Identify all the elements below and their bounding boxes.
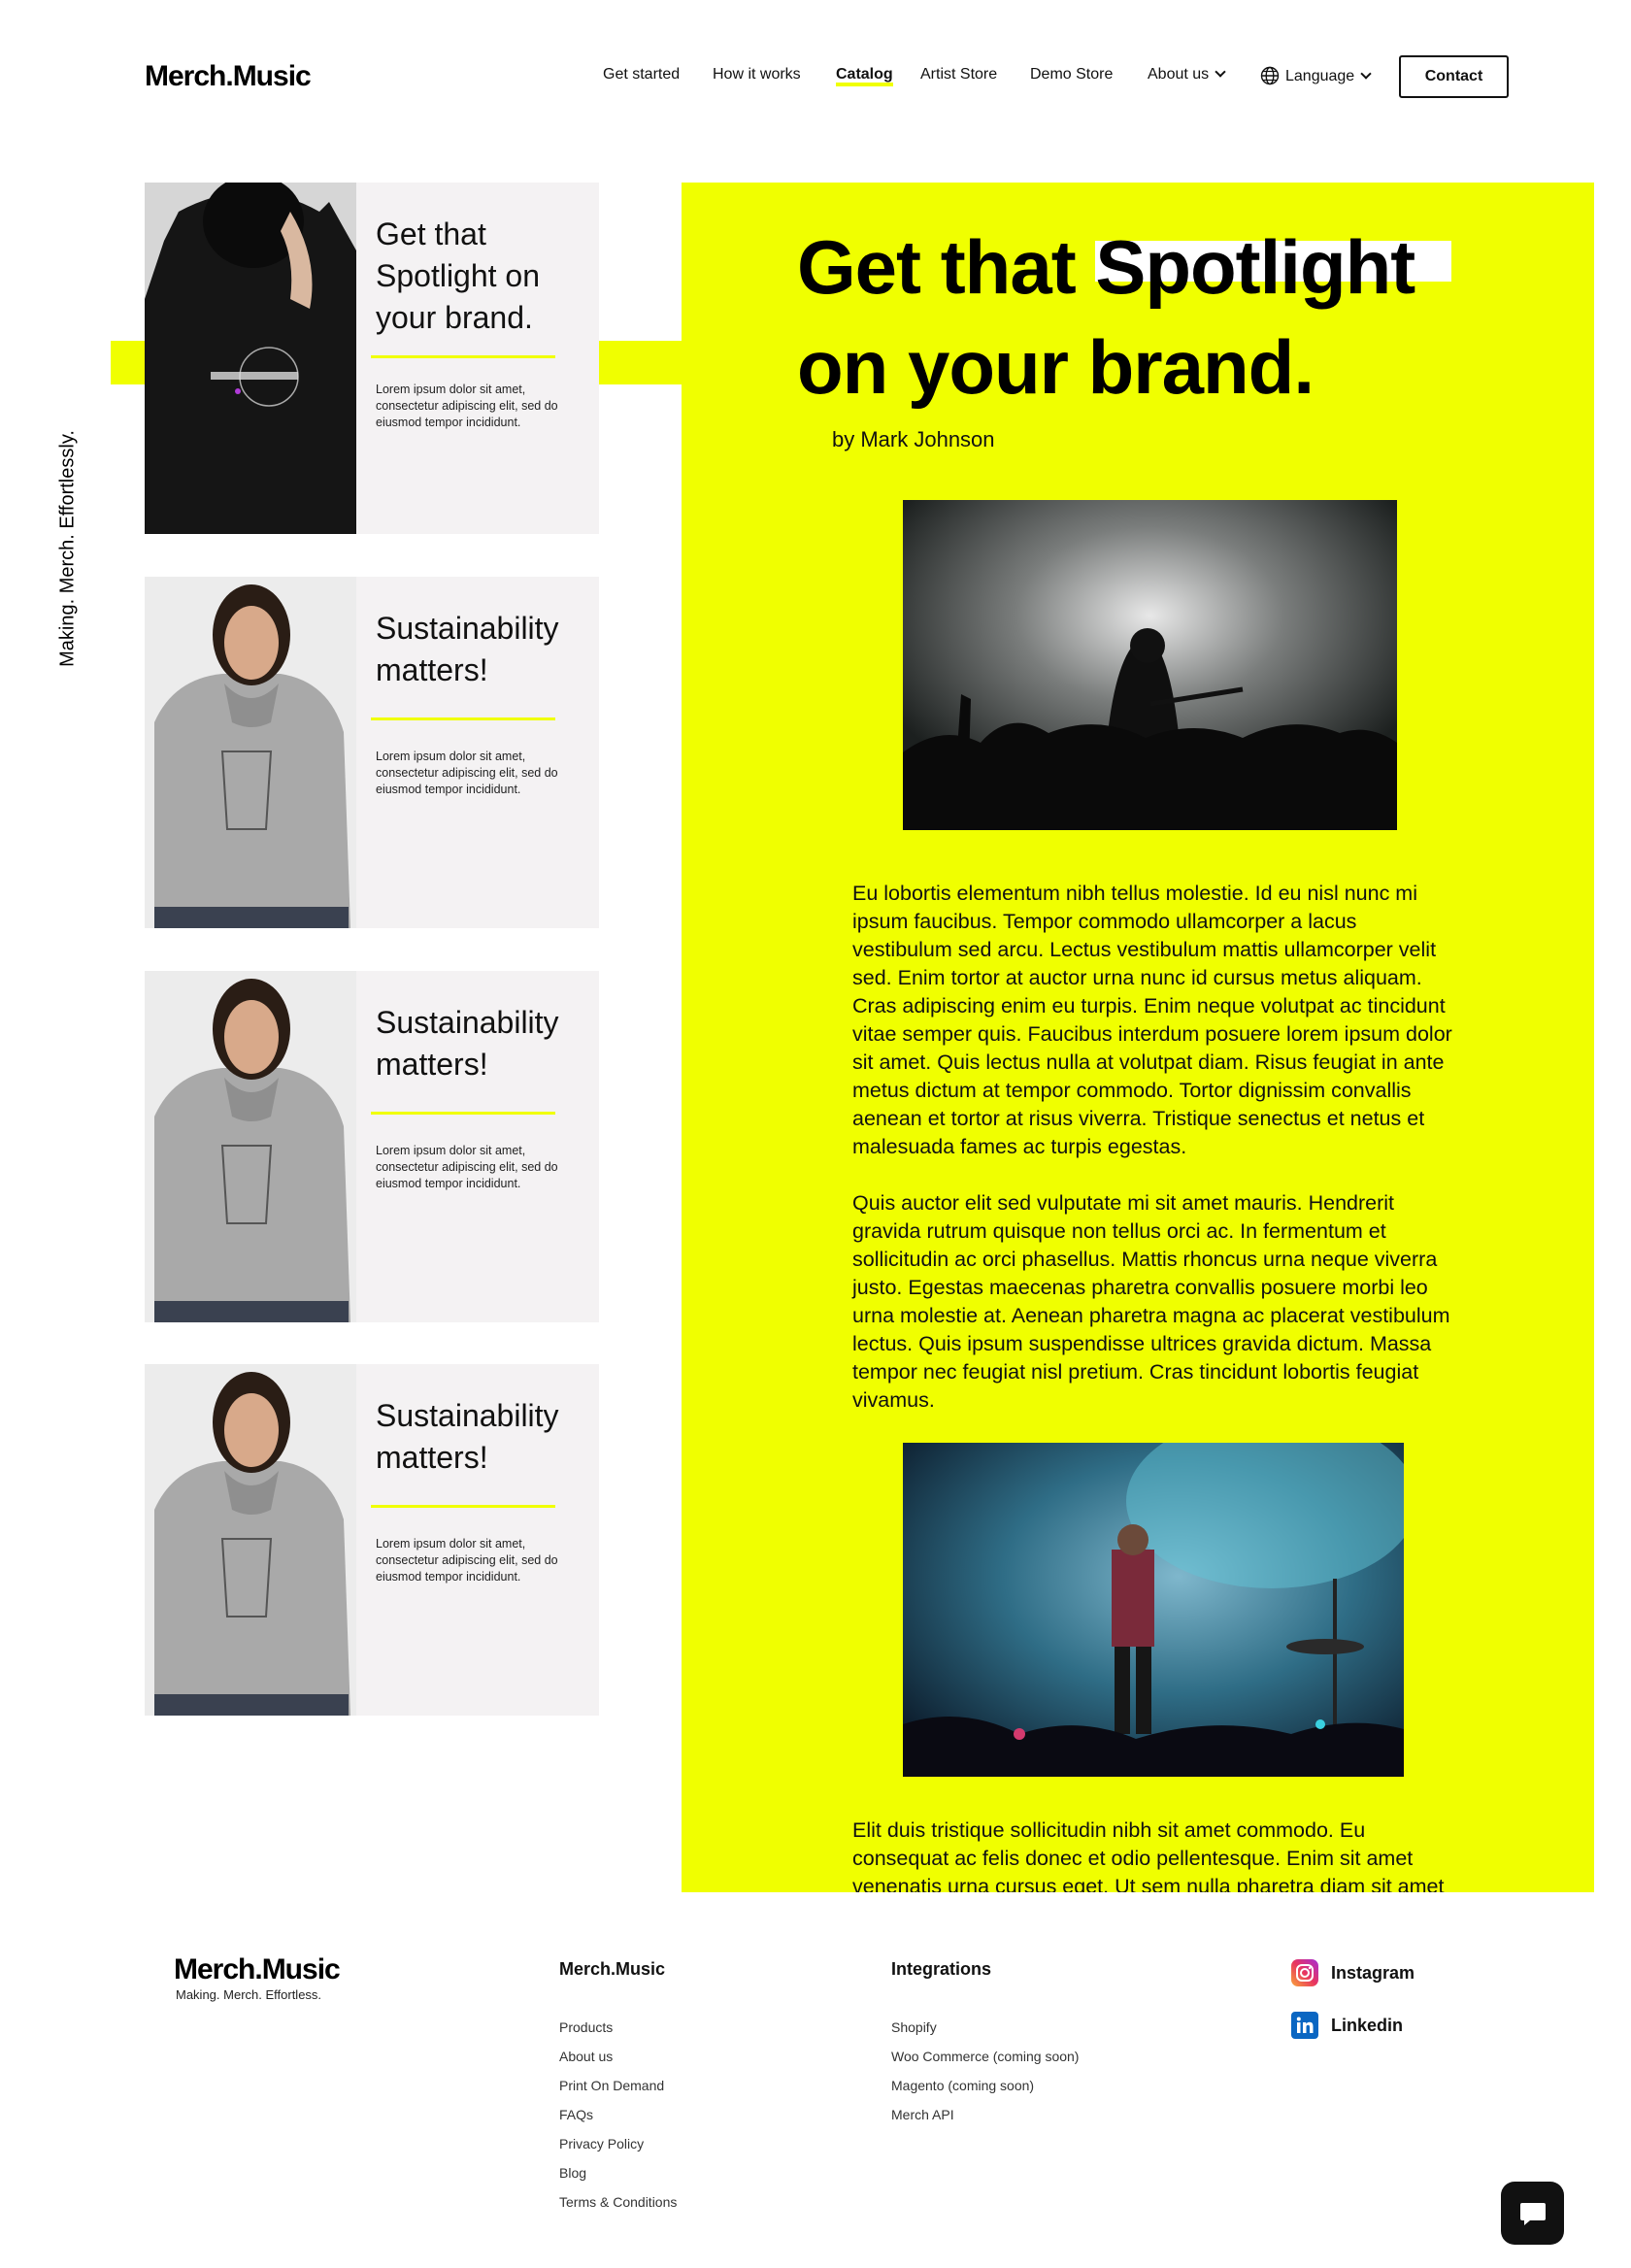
footer-link-terms[interactable]: Terms & Conditions	[559, 2187, 677, 2217]
social-link-linkedin[interactable]: Linkedin	[1291, 2011, 1403, 2040]
article-paragraph: Eu lobortis elementum nibh tellus molest…	[852, 882, 1452, 1158]
card-title: Get that Spotlight on your brand.	[376, 217, 541, 335]
nav-how-it-works[interactable]: How it works	[713, 66, 801, 83]
globe-icon	[1260, 66, 1280, 85]
card-text: Lorem ipsum dolor sit amet, consectetur …	[376, 1537, 558, 1584]
footer-link-shopify[interactable]: Shopify	[891, 2013, 1079, 2042]
card-image-hoodie	[145, 577, 356, 928]
footer-link-print-on-demand[interactable]: Print On Demand	[559, 2071, 677, 2100]
promo-card[interactable]: Sustainability matters! Lorem ipsum dolo…	[145, 971, 599, 1322]
footer-tagline: Making. Merch. Effortless.	[176, 1987, 322, 2002]
card-divider	[371, 1112, 555, 1115]
footer-link-blog[interactable]: Blog	[559, 2158, 677, 2187]
contact-button[interactable]: Contact	[1399, 55, 1509, 98]
chat-button[interactable]	[1501, 2182, 1564, 2245]
nav-get-started[interactable]: Get started	[603, 66, 680, 83]
article-title-part2: on your brand.	[797, 324, 1315, 410]
article-title: Get that Spotlight on your brand.	[797, 217, 1477, 417]
nav-demo-store[interactable]: Demo Store	[1030, 66, 1113, 83]
instagram-icon	[1291, 1959, 1318, 1986]
card-image-hoodie	[145, 971, 356, 1322]
chevron-down-icon	[1360, 68, 1372, 80]
card-image-hoodie	[145, 1364, 356, 1716]
nav-catalog[interactable]: Catalog	[836, 66, 893, 86]
card-image-tshirt	[145, 183, 356, 534]
footer-links-integrations: Shopify Woo Commerce (coming soon) Magen…	[891, 2013, 1079, 2129]
card-text: Lorem ipsum dolor sit amet, consectetur …	[376, 750, 558, 796]
article-paragraph: Quis auctor elit sed vulputate mi sit am…	[852, 1191, 1450, 1412]
footer-heading-merch: Merch.Music	[559, 1959, 666, 1979]
main-nav: Get started How it works Catalog Artist …	[0, 66, 1631, 87]
card-title: Sustainability matters!	[376, 1005, 559, 1082]
language-label: Language	[1285, 68, 1355, 84]
footer-link-magento[interactable]: Magento (coming soon)	[891, 2071, 1079, 2100]
social-link-instagram[interactable]: Instagram	[1291, 1958, 1415, 1987]
card-divider	[371, 355, 555, 358]
footer-link-woocommerce[interactable]: Woo Commerce (coming soon)	[891, 2042, 1079, 2071]
nav-artist-store[interactable]: Artist Store	[920, 66, 997, 83]
side-tagline-left: Making. Merch. Effortlessly.	[56, 417, 80, 680]
card-text: Lorem ipsum dolor sit amet, consectetur …	[376, 1144, 558, 1190]
concert-photo-singer	[903, 1443, 1404, 1777]
social-label-linkedin: Linkedin	[1331, 2015, 1404, 2035]
footer-logo[interactable]: Merch.Music	[174, 1953, 341, 1986]
footer-link-faqs[interactable]: FAQs	[559, 2100, 677, 2129]
card-divider	[371, 1505, 555, 1508]
promo-card[interactable]: Get that Spotlight on your brand. Lorem …	[145, 183, 599, 534]
language-selector[interactable]: Language	[1260, 66, 1372, 85]
article-title-highlight: Spotlight	[1095, 224, 1452, 310]
promo-card[interactable]: Sustainability matters! Lorem ipsum dolo…	[145, 1364, 599, 1716]
nav-about-us[interactable]: About us	[1148, 66, 1226, 83]
card-title: Sustainability matters!	[376, 1398, 559, 1475]
social-label-instagram: Instagram	[1331, 1962, 1415, 1983]
article-panel: Get that Spotlight on your brand. by Mar…	[682, 183, 1594, 1892]
footer-link-about-us[interactable]: About us	[559, 2042, 677, 2071]
linkedin-icon	[1291, 2012, 1318, 2039]
article-title-part1: Get that	[797, 224, 1077, 310]
side-tagline-left-text: Making. Merch. Effortlessly.	[56, 430, 79, 667]
footer-link-merch-api[interactable]: Merch API	[891, 2100, 1079, 2129]
card-divider	[371, 717, 555, 720]
concert-photo-guitarist	[903, 500, 1397, 830]
article-byline: by Mark Johnson	[832, 427, 995, 451]
chevron-down-icon	[1215, 66, 1226, 78]
card-text: Lorem ipsum dolor sit amet, consectetur …	[376, 383, 558, 429]
footer-links-merch: Products About us Print On Demand FAQs P…	[559, 2013, 677, 2217]
footer-heading-integrations: Integrations	[891, 1959, 992, 1979]
footer-link-privacy-policy[interactable]: Privacy Policy	[559, 2129, 677, 2158]
footer-link-products[interactable]: Products	[559, 2013, 677, 2042]
promo-card[interactable]: Sustainability matters! Lorem ipsum dolo…	[145, 577, 599, 928]
chat-icon	[1519, 2202, 1546, 2225]
nav-about-us-label: About us	[1148, 66, 1210, 83]
article-paragraph: Elit duis tristique sollicitudin nibh si…	[852, 1818, 1445, 1892]
card-title: Sustainability matters!	[376, 611, 559, 687]
